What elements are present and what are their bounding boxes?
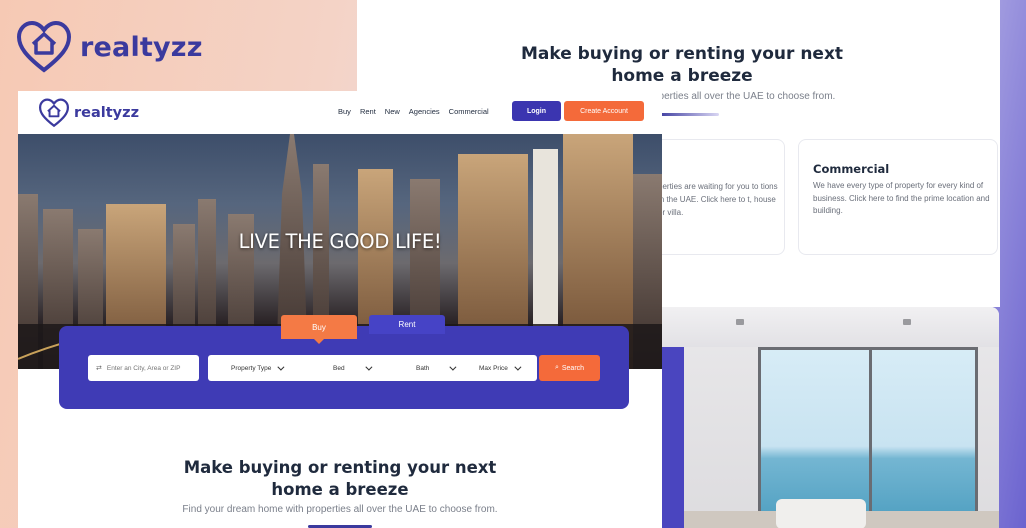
navbar: realtyzz Buy Rent New Agencies Commercia… xyxy=(18,91,662,134)
heart-house-icon xyxy=(16,20,72,73)
chevron-down-icon xyxy=(364,363,373,371)
nav-brand[interactable]: realtyzz xyxy=(38,98,139,128)
card-text: We have every type of property for every… xyxy=(813,181,990,215)
front-page: realtyzz Buy Rent New Agencies Commercia… xyxy=(18,91,662,528)
nav-link-buy[interactable]: Buy xyxy=(338,107,351,116)
heart-house-icon xyxy=(38,98,70,128)
tab-rent[interactable]: Rent xyxy=(369,315,445,334)
location-pin-icon: ⇄ xyxy=(96,365,102,372)
create-account-button[interactable]: Create Account xyxy=(564,101,644,121)
interior-photo xyxy=(661,307,999,528)
location-field[interactable]: ⇄ xyxy=(88,355,199,381)
ceiling-light-icon xyxy=(736,319,744,325)
heading-underline xyxy=(657,113,719,116)
property-type-select[interactable]: Property Type xyxy=(231,355,285,381)
brand-logo-large: realtyzz xyxy=(16,20,203,74)
bed-select[interactable]: Bed xyxy=(333,355,373,381)
back-page-heading: Make buying or renting your next home a … xyxy=(520,44,844,86)
max-price-select[interactable]: Max Price xyxy=(479,355,522,381)
chevron-down-icon xyxy=(277,363,285,371)
hero-title: LIVE THE GOOD LIFE! xyxy=(238,230,442,253)
bath-select[interactable]: Bath xyxy=(416,355,457,381)
nav-link-new[interactable]: New xyxy=(385,107,400,116)
ceiling-light-icon xyxy=(903,319,911,325)
property-card-commercial[interactable]: Commercial We have every type of propert… xyxy=(798,139,998,255)
nav-links: Buy Rent New Agencies Commercial xyxy=(338,107,489,116)
back-page-subtitle: operties all over the UAE to choose from… xyxy=(653,91,836,102)
search-button[interactable]: ⌕ Search xyxy=(539,355,600,381)
nav-link-agencies[interactable]: Agencies xyxy=(409,107,440,116)
chevron-down-icon xyxy=(449,363,457,371)
brand-name: realtyzz xyxy=(74,105,140,121)
card-title: Commercial xyxy=(813,162,890,176)
search-icon: ⌕ xyxy=(554,364,559,371)
tab-buy[interactable]: Buy xyxy=(281,315,357,344)
filters-bar: Property Type Bed Bath Max Price xyxy=(208,355,537,381)
location-input[interactable] xyxy=(106,364,189,372)
section-heading: Make buying or renting your next home a … xyxy=(183,458,497,499)
chevron-down-icon xyxy=(514,363,522,371)
nav-link-commercial[interactable]: Commercial xyxy=(449,107,489,116)
brand-name: realtyzz xyxy=(80,31,203,63)
sofa xyxy=(776,499,866,528)
nav-link-rent[interactable]: Rent xyxy=(360,107,376,116)
login-button[interactable]: Login xyxy=(512,101,561,121)
card-text: perties are waiting for you to tions in … xyxy=(658,182,778,217)
section-subtitle: Find your dream home with properties all… xyxy=(182,504,498,515)
